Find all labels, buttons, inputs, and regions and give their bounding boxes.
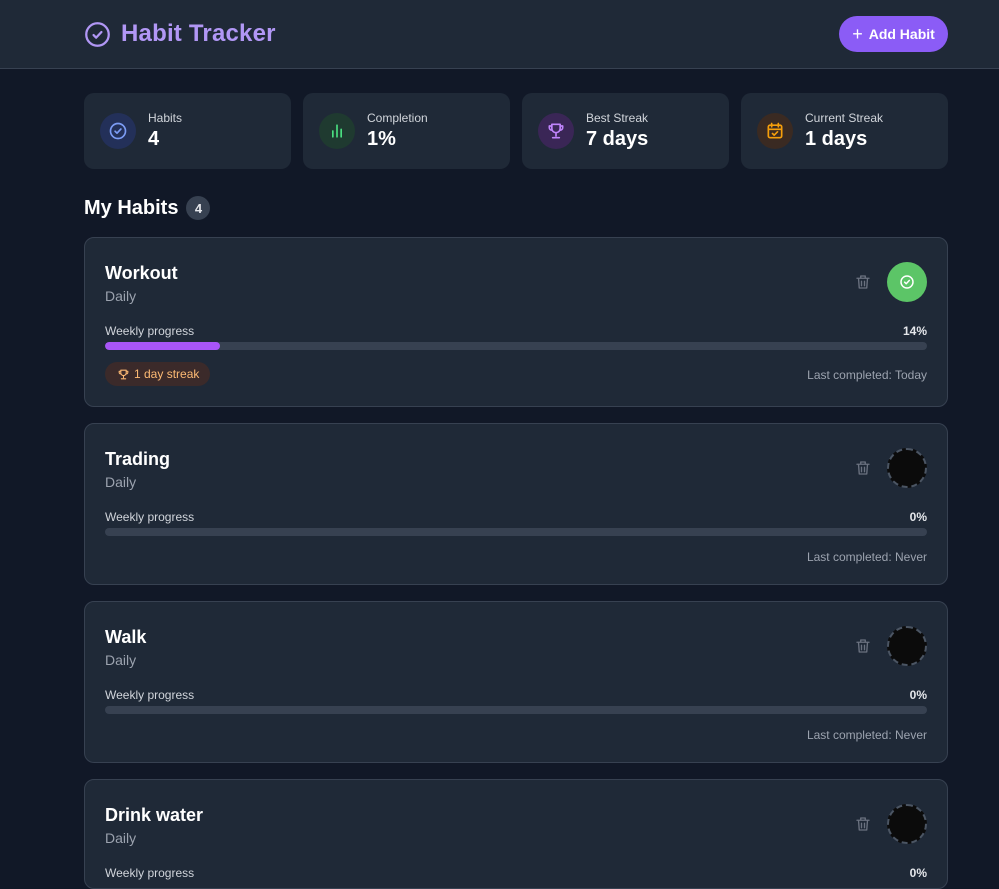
progress-label: Weekly progress — [105, 324, 195, 338]
progress-label: Weekly progress — [105, 866, 195, 880]
habit-count-badge: 4 — [186, 196, 211, 220]
trash-icon[interactable] — [854, 459, 872, 477]
section-title: My Habits — [84, 196, 179, 219]
check-circle-icon — [900, 275, 914, 289]
trash-icon[interactable] — [854, 815, 872, 833]
habit-frequency: Daily — [105, 288, 137, 304]
stat-card-best-streak: Best Streak 7 days — [522, 93, 729, 169]
habit-card-trading: Trading Daily Weekly progress 0% Last co… — [84, 423, 948, 585]
add-habit-button[interactable]: + Add Habit — [839, 16, 948, 52]
habit-name: Walk — [105, 627, 147, 647]
progress-percent: 0% — [909, 510, 927, 524]
habit-card-walk: Walk Daily Weekly progress 0% Last compl… — [84, 601, 948, 763]
complete-toggle[interactable] — [887, 448, 927, 488]
complete-toggle[interactable] — [887, 804, 927, 844]
progress-bar — [105, 342, 927, 350]
progress-label: Weekly progress — [105, 510, 195, 524]
section-header: My Habits 4 — [84, 196, 211, 220]
progress-percent: 0% — [909, 688, 927, 702]
habit-name: Trading — [105, 449, 171, 469]
trophy-icon — [118, 369, 129, 379]
stat-value: 1 days — [805, 128, 868, 150]
stat-value: 4 — [148, 128, 160, 150]
check-circle-icon — [100, 113, 136, 149]
complete-toggle[interactable] — [887, 626, 927, 666]
calendar-check-icon — [757, 113, 793, 149]
progress-bar — [105, 706, 927, 714]
trash-icon[interactable] — [854, 273, 872, 291]
streak-text: 1 day streak — [134, 367, 200, 381]
habit-name: Drink water — [105, 805, 204, 825]
stat-card-habits: Habits 4 — [84, 93, 291, 169]
progress-bar — [105, 528, 927, 536]
app-header: Habit Tracker + Add Habit — [0, 0, 999, 69]
trash-icon[interactable] — [854, 637, 872, 655]
habit-frequency: Daily — [105, 830, 137, 846]
stat-value: 1% — [367, 128, 396, 150]
progress-label: Weekly progress — [105, 688, 195, 702]
progress-fill — [105, 342, 221, 350]
add-habit-label: Add Habit — [868, 26, 935, 42]
stat-value: 7 days — [586, 128, 649, 150]
streak-badge: 1 day streak — [105, 362, 211, 386]
stat-label: Best Streak — [586, 111, 649, 125]
stat-label: Current Streak — [805, 111, 884, 125]
stat-label: Habits — [148, 111, 183, 125]
progress-percent: 14% — [902, 324, 927, 338]
bar-chart-icon — [319, 113, 355, 149]
complete-toggle[interactable] — [887, 262, 927, 302]
habit-name: Workout — [105, 263, 178, 283]
progress-percent: 0% — [909, 866, 927, 880]
habit-card-workout: Workout Daily Weekly progress 14% 1 day … — [84, 237, 948, 407]
stat-card-completion: Completion 1% — [303, 93, 510, 169]
brand: Habit Tracker — [84, 20, 276, 48]
last-completed: Last completed: Never — [806, 550, 927, 564]
plus-icon: + — [852, 24, 863, 44]
habit-frequency: Daily — [105, 652, 137, 668]
stat-label: Completion — [367, 111, 428, 125]
last-completed: Last completed: Never — [806, 728, 927, 742]
trophy-icon — [538, 113, 574, 149]
app-title: Habit Tracker — [121, 20, 276, 47]
stats-row: Habits 4 Completion 1% Best Streak 7 day… — [84, 93, 948, 169]
habit-frequency: Daily — [105, 474, 137, 490]
last-completed: Last completed: Today — [807, 368, 927, 382]
stat-card-current-streak: Current Streak 1 days — [741, 93, 948, 169]
check-circle-icon — [85, 21, 110, 47]
